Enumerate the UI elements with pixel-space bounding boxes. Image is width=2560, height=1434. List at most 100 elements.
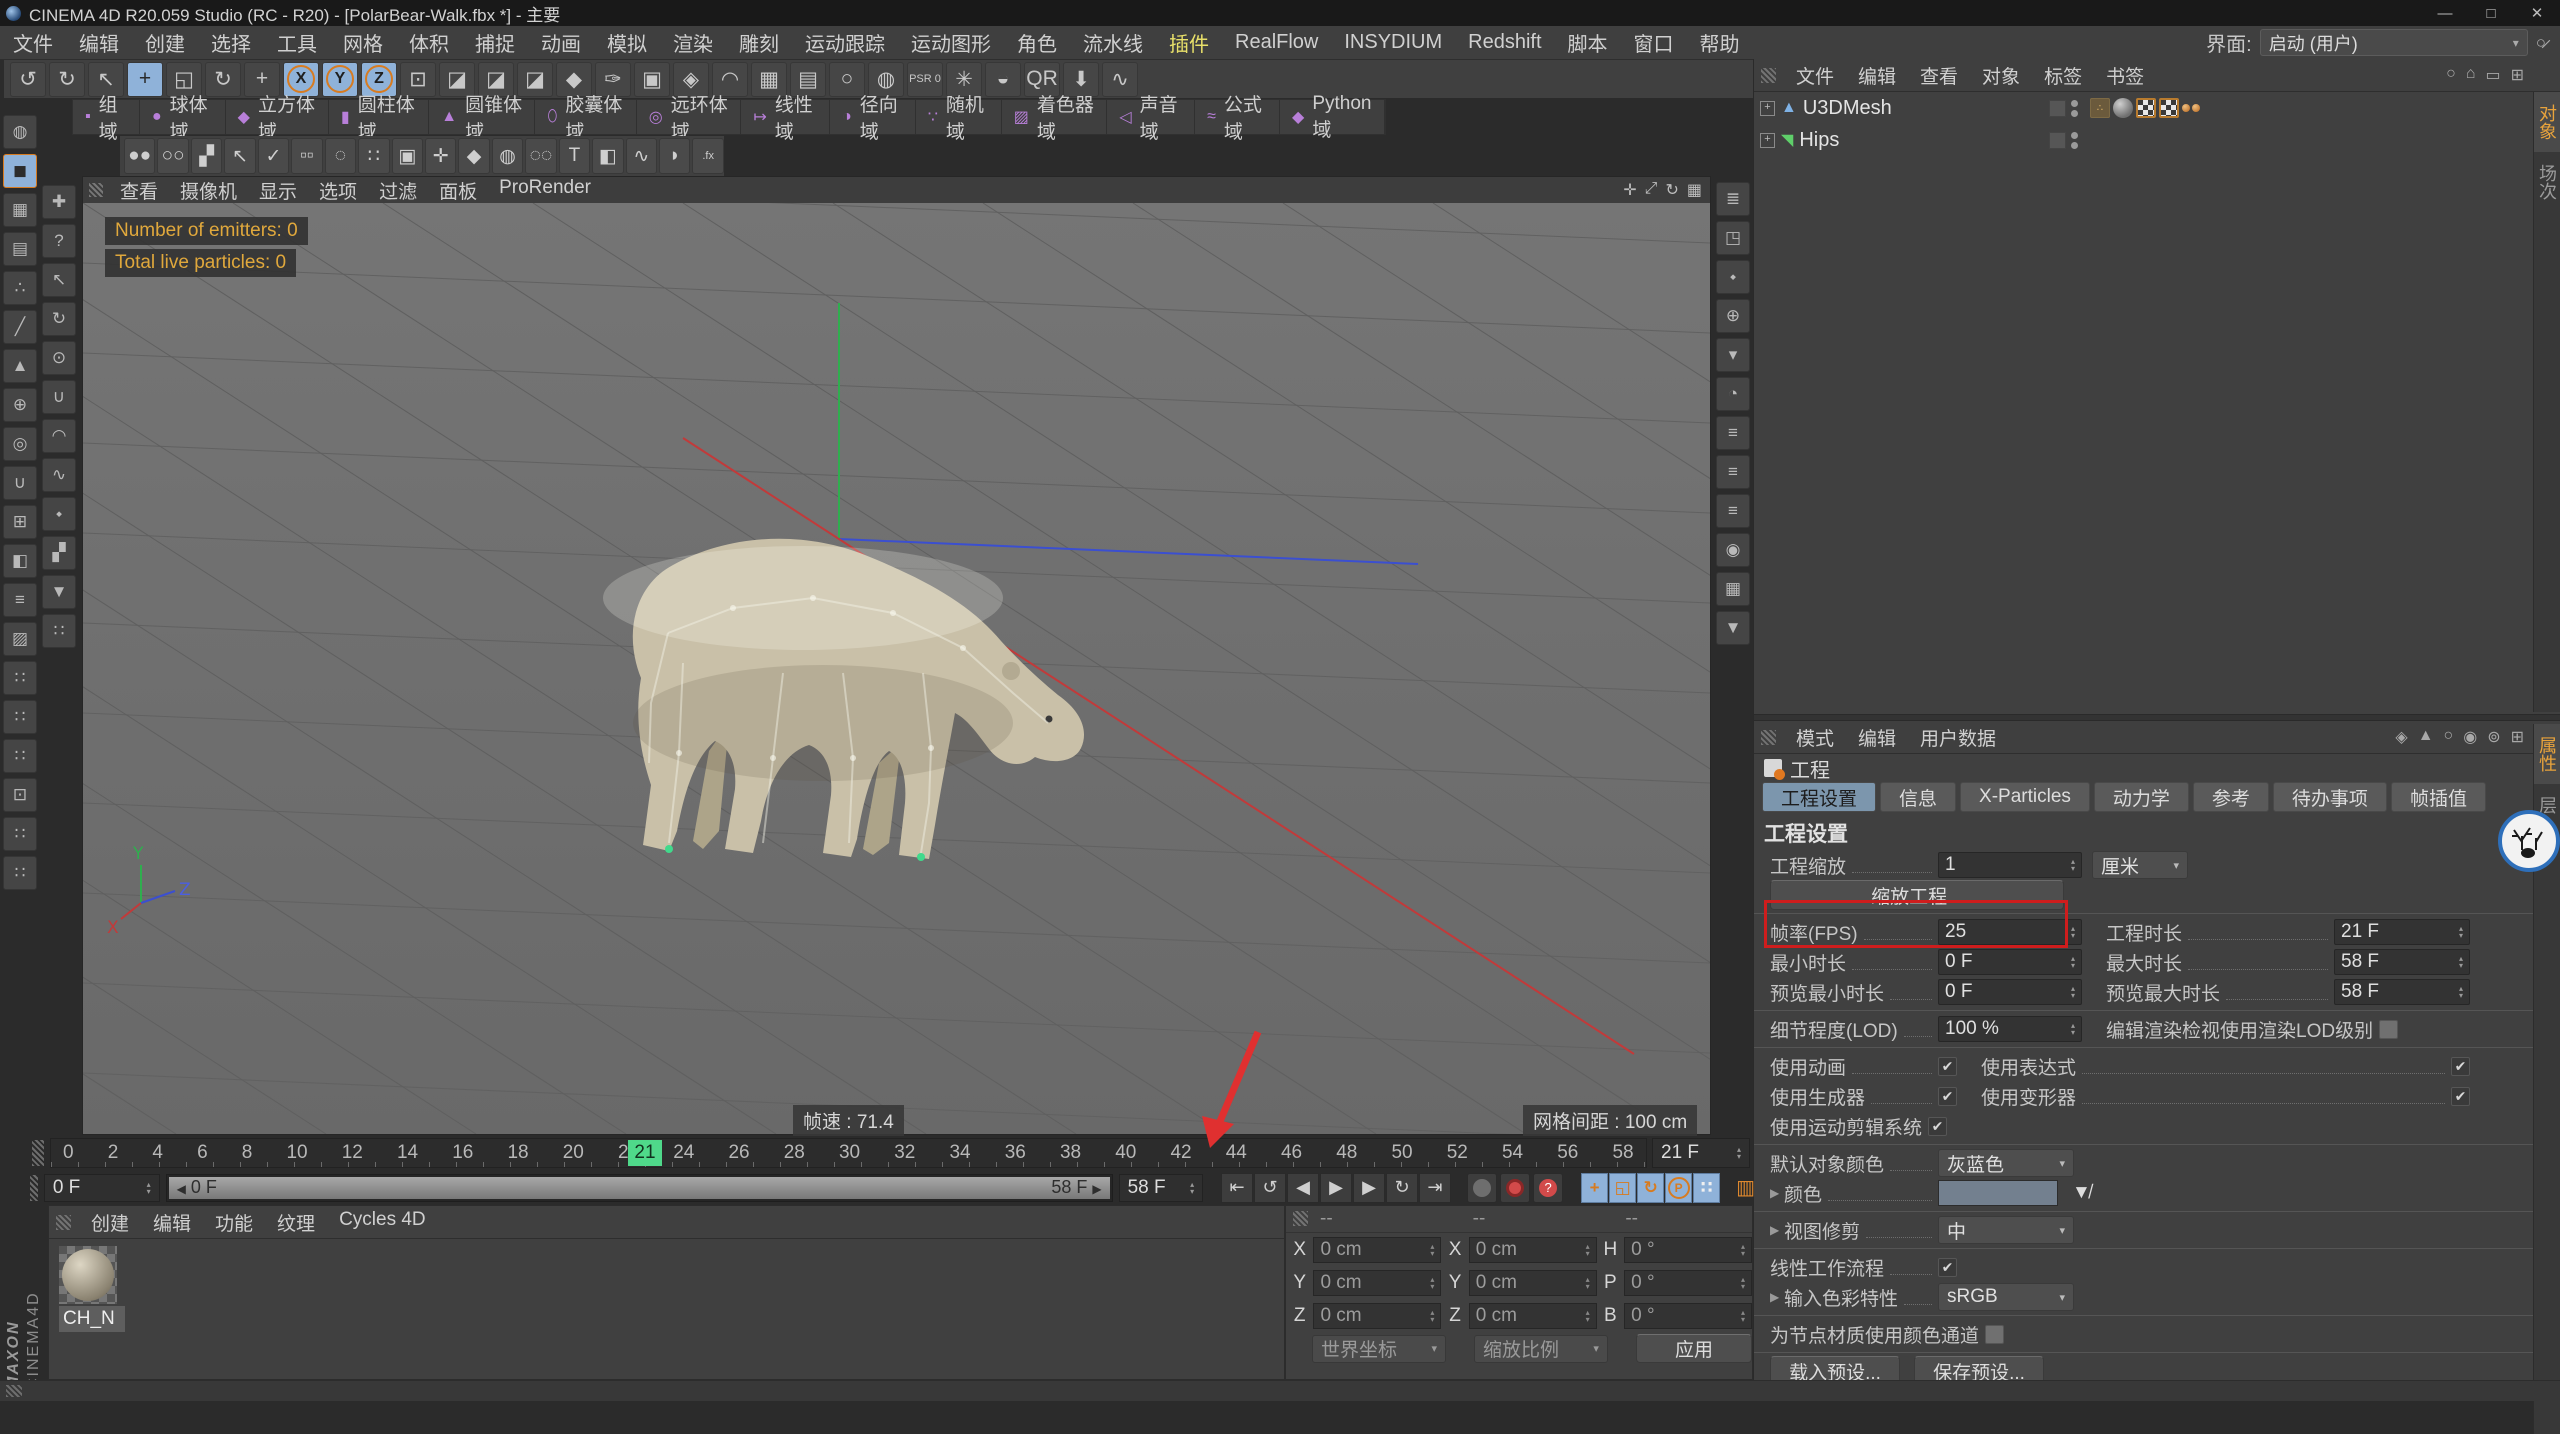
input-color-dropdown[interactable]: sRGB▾	[1938, 1283, 2074, 1311]
volume-icon[interactable]: ◒	[985, 62, 1021, 97]
attribute-manager-menu-item[interactable]: 模式	[1784, 724, 1846, 751]
close-button[interactable]: ✕	[2514, 1, 2560, 25]
convert-object-icon[interactable]: ◍	[3, 115, 37, 149]
material-menu-item[interactable]: Cycles 4D	[327, 1209, 438, 1236]
layer-toggle[interactable]	[2049, 100, 2066, 117]
texture-tag-icon[interactable]	[2113, 98, 2133, 118]
material-menu-item[interactable]: 编辑	[141, 1209, 203, 1236]
attribute-tab[interactable]: 帧插值	[2391, 782, 2486, 812]
range-start-field[interactable]: 0 F▴▾	[44, 1174, 160, 1202]
next-key-icon[interactable]: ↻	[1386, 1173, 1418, 1203]
filter-icon[interactable]: ▭	[2485, 65, 2500, 85]
rot-h-field[interactable]: 0 °▴▾	[1624, 1237, 1752, 1263]
cube-tag-icon[interactable]: ◧	[592, 138, 623, 174]
arrow-ghost-icon[interactable]: ▲	[2418, 727, 2434, 747]
timeline-ruler[interactable]: 0246810121416182022242628303234363840424…	[50, 1138, 1647, 1168]
object-row-u3dmesh[interactable]: + ▲ U3DMesh ∴	[1754, 92, 2560, 124]
visibility-dots[interactable]	[2071, 132, 2078, 149]
use-motion-clip-checkbox[interactable]: ✔	[1928, 1117, 1947, 1136]
layout-cube-icon[interactable]: ◳	[1716, 221, 1750, 255]
python-field[interactable]: ◆ Python域	[1280, 100, 1385, 134]
record-keyframe-icon[interactable]	[1500, 1173, 1530, 1203]
attribute-tab[interactable]: 信息	[1880, 782, 1956, 812]
wire-sphere-icon[interactable]: ◍	[492, 138, 523, 174]
home-icon[interactable]: ⌂	[2466, 65, 2476, 85]
snap-icon[interactable]: ∪	[3, 466, 37, 500]
apply-button[interactable]: 应用	[1636, 1334, 1752, 1363]
scale-project-button[interactable]: 缩放工程...	[1770, 880, 2064, 910]
timeline-playhead[interactable]: 21	[628, 1140, 662, 1166]
grid-a-icon[interactable]: ∷	[3, 661, 37, 695]
quantize-icon[interactable]: ⊞	[3, 505, 37, 539]
pos-x-field[interactable]: 0 cm▴▾	[1313, 1237, 1441, 1263]
object-manager-menu-item[interactable]: 文件	[1784, 62, 1846, 89]
group-field[interactable]: ▪ 组域	[73, 100, 140, 134]
arc-icon[interactable]: ◠	[42, 419, 76, 453]
texture-mode-icon[interactable]: ▦	[3, 193, 37, 227]
default-color-dropdown[interactable]: 灰蓝色▾	[1938, 1149, 2074, 1177]
axis-center-icon[interactable]: ✛	[425, 138, 456, 174]
camera-ghost-icon[interactable]: ◈	[2395, 727, 2407, 747]
mesh-cage-icon[interactable]: ▣	[392, 138, 423, 174]
object-manager-menu-item[interactable]: 编辑	[1846, 62, 1908, 89]
dots-grid-icon[interactable]: ∷	[358, 138, 389, 174]
undo-icon[interactable]: ↺	[10, 62, 46, 97]
torus-field[interactable]: ◎ 远环体域	[637, 100, 742, 134]
min-time-field[interactable]: 0 F▴▾	[1938, 949, 2082, 975]
linear-field[interactable]: ↦ 线性域	[741, 100, 830, 134]
manager-side-tab[interactable]: 对象	[2534, 92, 2560, 152]
fps-field[interactable]: 25▴▾	[1938, 919, 2082, 945]
uvw-tag-icon[interactable]	[2159, 98, 2179, 118]
cylinder-field[interactable]: ▮ 圆柱体域	[329, 100, 429, 134]
menu-item[interactable]: 脚本	[1555, 28, 1621, 57]
weights-icon[interactable]: ≡	[3, 583, 37, 617]
menu-item[interactable]: 流水线	[1070, 28, 1156, 57]
size-mode-dropdown[interactable]: 缩放比例▾	[1474, 1335, 1608, 1363]
coord-mode-dropdown[interactable]: 世界坐标▾	[1312, 1335, 1446, 1363]
chain-icon[interactable]: ◌◌	[525, 138, 556, 174]
viewport-menu-item[interactable]: 选项	[308, 177, 368, 204]
node-material-checkbox[interactable]	[1985, 1325, 2004, 1344]
target-icon[interactable]: ⊚	[2487, 727, 2500, 747]
phong-tag-icon[interactable]	[2182, 98, 2202, 118]
point-circle-icon[interactable]: ◌	[325, 138, 356, 174]
text-tool-icon[interactable]: T	[559, 138, 590, 174]
key-position-toggle[interactable]: +	[1581, 1173, 1608, 1203]
color-swatch[interactable]	[1938, 1180, 2058, 1206]
material-menu-item[interactable]: 纹理	[265, 1209, 327, 1236]
sound-field[interactable]: ◁ 声音域	[1107, 100, 1195, 134]
polygon-pen-icon[interactable]: ▞	[191, 138, 222, 174]
help-icon[interactable]: ?	[42, 224, 76, 258]
menu-item[interactable]: 捕捉	[462, 28, 528, 57]
arc-edit-icon[interactable]: ↖	[224, 138, 255, 174]
expand-arrow-icon[interactable]: ▶	[1770, 1186, 1784, 1200]
gauge-icon[interactable]: ◔	[1716, 377, 1750, 411]
attribute-tab[interactable]: X-Particles	[1960, 782, 2090, 812]
object-row-hips[interactable]: + ◥ Hips	[1754, 124, 2560, 156]
menu-item[interactable]: 编辑	[66, 28, 132, 57]
lod-field[interactable]: 100 %▴▾	[1938, 1016, 2082, 1042]
grid-c-icon[interactable]: ∷	[3, 739, 37, 773]
formula-field[interactable]: ≈ 公式域	[1195, 100, 1280, 134]
list-icon[interactable]: ≡	[1716, 416, 1750, 450]
menu-item[interactable]: Redshift	[1455, 31, 1554, 54]
preview-max-field[interactable]: 58 F▴▾	[2334, 979, 2470, 1005]
key-parameter-toggle[interactable]: P	[1665, 1173, 1692, 1203]
viewport-menu-item[interactable]: ProRender	[488, 177, 602, 204]
panel-grip[interactable]	[1293, 1211, 1308, 1226]
menu-item[interactable]: INSYDIUM	[1331, 31, 1455, 54]
dots-b-icon[interactable]: ∷	[3, 856, 37, 890]
menu-item[interactable]: 帮助	[1687, 28, 1753, 57]
play-icon[interactable]: ▶	[1320, 1173, 1352, 1203]
preview-min-field[interactable]: 0 F▴▾	[1938, 979, 2082, 1005]
eyedropper-icon[interactable]: ▼̸	[2072, 1182, 2091, 1204]
manager-side-tab[interactable]: 场次	[2534, 152, 2560, 212]
project-length-field[interactable]: 21 F▴▾	[2334, 919, 2470, 945]
range-end-field[interactable]: 58 F▴▾	[1119, 1174, 1203, 1202]
brush-icon[interactable]: ▞	[42, 536, 76, 570]
menu-item[interactable]: 选择	[198, 28, 264, 57]
list3-icon[interactable]: ≡	[1716, 494, 1750, 528]
lock-icon[interactable]: ◉	[2463, 727, 2477, 747]
viewport-menu-item[interactable]: 摄像机	[169, 177, 248, 204]
spline-smooth-icon[interactable]: ✓	[258, 138, 289, 174]
